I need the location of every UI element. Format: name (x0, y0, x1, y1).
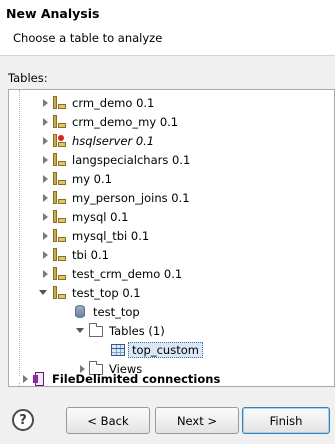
tree-item-test-top[interactable]: test_top 0.1 (37, 283, 141, 302)
tree-item-label: my 0.1 (72, 171, 112, 186)
expand-icon[interactable] (37, 226, 49, 245)
tree-item-table-top-custom[interactable]: top_custom (96, 340, 203, 359)
tree-item-label: mysql 0.1 (72, 209, 129, 224)
db-connection-icon (51, 266, 67, 282)
tables-label: Tables: (8, 71, 48, 85)
tree-guide-line (19, 90, 20, 386)
expand-icon[interactable] (37, 207, 49, 226)
tree-item-label: Tables (1) (109, 323, 165, 338)
tree-item-label: tbi 0.1 (72, 247, 109, 262)
tables-tree[interactable]: crm_demo 0.1 crm_demo_my 0.1 hsqlserver … (8, 89, 335, 387)
tree-item-label: test_top (93, 304, 140, 319)
tree-item-label: test_top 0.1 (72, 285, 141, 300)
tree-item-tbi[interactable]: tbi 0.1 (37, 245, 109, 264)
tree-item-crm-demo-my[interactable]: crm_demo_my 0.1 (37, 112, 178, 131)
expand-icon[interactable] (37, 188, 49, 207)
db-connection-icon (51, 190, 67, 206)
help-icon[interactable]: ? (12, 409, 34, 431)
tree-item-label: test_crm_demo 0.1 (72, 266, 183, 281)
tree-item-label: FileDelimited connections (52, 371, 221, 386)
tree-item-label: mysql_tbi 0.1 (72, 228, 150, 243)
tree-item-my-person-joins[interactable]: my_person_joins 0.1 (37, 188, 190, 207)
db-connection-icon (51, 95, 67, 111)
next-button[interactable]: Next > (155, 407, 239, 434)
tree-item-tables-folder[interactable]: Tables (1) (74, 321, 165, 340)
tree-item-mysql-tbi[interactable]: mysql_tbi 0.1 (37, 226, 149, 245)
tree-item-hsqlserver[interactable]: hsqlserver 0.1 (37, 131, 154, 150)
tree-item-mysql[interactable]: mysql 0.1 (37, 207, 128, 226)
expand-icon[interactable] (37, 169, 49, 188)
collapse-icon[interactable] (74, 321, 86, 340)
db-connection-error-icon (51, 133, 67, 149)
file-delimited-icon (31, 371, 47, 387)
database-catalog-icon (72, 304, 88, 320)
tree-item-label: crm_demo 0.1 (72, 95, 155, 110)
expand-icon[interactable] (17, 369, 29, 386)
tree-item-label: hsqlserver 0.1 (72, 133, 155, 148)
tree-item-my[interactable]: my 0.1 (37, 169, 112, 188)
expand-icon[interactable] (37, 112, 49, 131)
tree-item-label: my_person_joins 0.1 (72, 190, 190, 205)
folder-icon (88, 322, 104, 339)
tree-item-crm-demo[interactable]: crm_demo 0.1 (37, 93, 154, 112)
wizard-header: New Analysis Choose a table to analyze (0, 0, 335, 56)
db-connection-icon (51, 247, 67, 263)
tree-item-label: langspecialchars 0.1 (72, 152, 191, 167)
db-connection-icon (51, 114, 67, 130)
tree-item-catalog-test-top[interactable]: test_top (58, 302, 140, 321)
expand-icon[interactable] (37, 150, 49, 169)
table-icon (110, 342, 126, 358)
db-connection-icon (51, 285, 67, 301)
tree-item-label: crm_demo_my 0.1 (72, 114, 179, 129)
expand-icon[interactable] (37, 93, 49, 112)
db-connection-icon (51, 209, 67, 225)
wizard-subtitle: Choose a table to analyze (13, 31, 163, 45)
finish-button[interactable]: Finish (242, 407, 330, 434)
db-connection-icon (51, 152, 67, 168)
back-button[interactable]: < Back (66, 407, 150, 434)
tree-item-langspecialchars[interactable]: langspecialchars 0.1 (37, 150, 190, 169)
tree-item-test-crm-demo[interactable]: test_crm_demo 0.1 (37, 264, 182, 283)
expand-icon[interactable] (37, 245, 49, 264)
collapse-icon[interactable] (37, 283, 49, 302)
tree-item-file-delimited[interactable]: FileDelimited connections (17, 369, 221, 387)
selected-table-label[interactable]: top_custom (128, 341, 203, 358)
db-connection-icon (51, 228, 67, 244)
wizard-title: New Analysis (6, 6, 100, 21)
expand-icon[interactable] (37, 264, 49, 283)
db-connection-icon (51, 171, 67, 187)
expand-icon[interactable] (37, 131, 49, 150)
